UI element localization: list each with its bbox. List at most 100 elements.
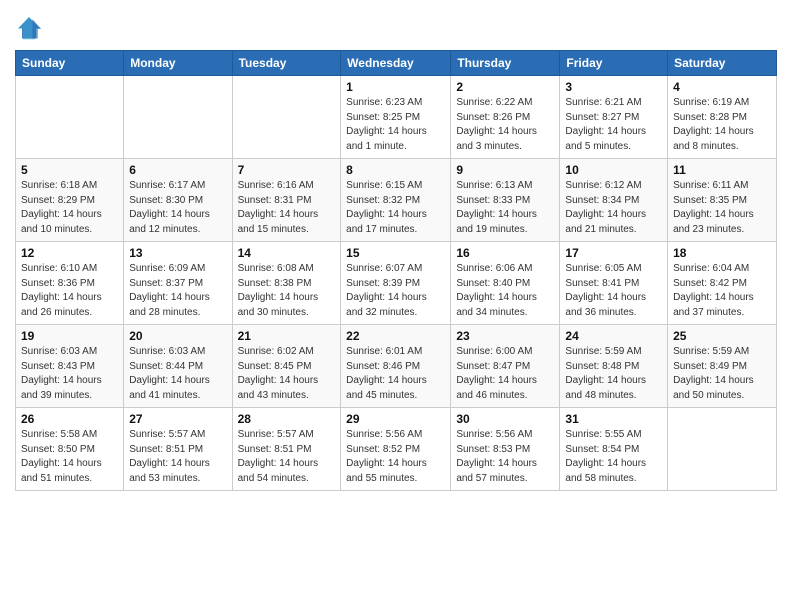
day-info: Sunrise: 6:23 AM Sunset: 8:25 PM Dayligh… (346, 96, 445, 154)
day-number: 16 (456, 246, 554, 260)
calendar-cell: 7 Sunrise: 6:16 AM Sunset: 8:31 PM Daylig… (232, 159, 341, 242)
day-info: Sunrise: 6:21 AM Sunset: 8:27 PM Dayligh… (565, 96, 662, 154)
calendar-cell: 19Sunrise: 6:03 AM Sunset: 8:43 PM Dayli… (16, 325, 124, 408)
calendar-cell: 14 Sunrise: 6:08 AM Sunset: 8:38 PM Dayli… (232, 242, 341, 325)
calendar-cell: 16 Sunrise: 6:06 AM Sunset: 8:40 PM Dayli… (451, 242, 560, 325)
calendar-cell: 25Sunrise: 5:59 AM Sunset: 8:49 PM Dayli… (668, 325, 777, 408)
day-number: 27 (129, 412, 226, 426)
day-number: 14 (238, 246, 336, 260)
day-number: 9 (456, 163, 554, 177)
calendar-cell: 23Sunrise: 6:00 AM Sunset: 8:47 PM Dayli… (451, 325, 560, 408)
day-number: 3 (565, 80, 662, 94)
calendar-cell: 8 Sunrise: 6:15 AM Sunset: 8:32 PM Daylig… (341, 159, 451, 242)
day-info: Sunrise: 5:59 AM Sunset: 8:48 PM Dayligh… (565, 345, 662, 403)
day-info: Sunrise: 6:16 AM Sunset: 8:31 PM Dayligh… (238, 179, 336, 237)
day-info: Sunrise: 6:12 AM Sunset: 8:34 PM Dayligh… (565, 179, 662, 237)
day-number: 1 (346, 80, 445, 94)
week-row-2: 12Sunrise: 6:10 AM Sunset: 8:36 PM Dayli… (16, 242, 777, 325)
day-number: 19 (21, 329, 118, 343)
logo-icon (15, 14, 43, 42)
calendar-cell: 12Sunrise: 6:10 AM Sunset: 8:36 PM Dayli… (16, 242, 124, 325)
day-number: 26 (21, 412, 118, 426)
calendar-cell: 21 Sunrise: 6:02 AM Sunset: 8:45 PM Dayli… (232, 325, 341, 408)
day-info: Sunrise: 6:17 AM Sunset: 8:30 PM Dayligh… (129, 179, 226, 237)
day-info: Sunrise: 5:57 AM Sunset: 8:51 PM Dayligh… (129, 428, 226, 486)
calendar-table: SundayMondayTuesdayWednesdayThursdayFrid… (15, 50, 777, 491)
calendar-cell (668, 408, 777, 491)
header-day-monday: Monday (124, 51, 232, 76)
calendar-cell: 1 Sunrise: 6:23 AM Sunset: 8:25 PM Daylig… (341, 76, 451, 159)
day-number: 28 (238, 412, 336, 426)
day-number: 24 (565, 329, 662, 343)
calendar-header: SundayMondayTuesdayWednesdayThursdayFrid… (16, 51, 777, 76)
calendar-cell (124, 76, 232, 159)
header (15, 10, 777, 42)
calendar-cell: 30 Sunrise: 5:56 AM Sunset: 8:53 PM Dayli… (451, 408, 560, 491)
calendar-cell: 15 Sunrise: 6:07 AM Sunset: 8:39 PM Dayli… (341, 242, 451, 325)
day-info: Sunrise: 5:58 AM Sunset: 8:50 PM Dayligh… (21, 428, 118, 486)
day-info: Sunrise: 6:10 AM Sunset: 8:36 PM Dayligh… (21, 262, 118, 320)
header-day-thursday: Thursday (451, 51, 560, 76)
week-row-3: 19Sunrise: 6:03 AM Sunset: 8:43 PM Dayli… (16, 325, 777, 408)
calendar-cell (232, 76, 341, 159)
calendar-cell: 9 Sunrise: 6:13 AM Sunset: 8:33 PM Daylig… (451, 159, 560, 242)
day-number: 5 (21, 163, 118, 177)
day-info: Sunrise: 5:57 AM Sunset: 8:51 PM Dayligh… (238, 428, 336, 486)
day-number: 29 (346, 412, 445, 426)
day-number: 6 (129, 163, 226, 177)
day-info: Sunrise: 5:59 AM Sunset: 8:49 PM Dayligh… (673, 345, 771, 403)
day-info: Sunrise: 6:08 AM Sunset: 8:38 PM Dayligh… (238, 262, 336, 320)
day-number: 31 (565, 412, 662, 426)
day-info: Sunrise: 6:11 AM Sunset: 8:35 PM Dayligh… (673, 179, 771, 237)
week-row-0: 1 Sunrise: 6:23 AM Sunset: 8:25 PM Daylig… (16, 76, 777, 159)
day-info: Sunrise: 6:22 AM Sunset: 8:26 PM Dayligh… (456, 96, 554, 154)
calendar-cell: 2 Sunrise: 6:22 AM Sunset: 8:26 PM Daylig… (451, 76, 560, 159)
day-info: Sunrise: 6:06 AM Sunset: 8:40 PM Dayligh… (456, 262, 554, 320)
header-day-saturday: Saturday (668, 51, 777, 76)
week-row-4: 26 Sunrise: 5:58 AM Sunset: 8:50 PM Dayli… (16, 408, 777, 491)
day-number: 23 (456, 329, 554, 343)
day-number: 2 (456, 80, 554, 94)
day-number: 8 (346, 163, 445, 177)
day-info: Sunrise: 6:13 AM Sunset: 8:33 PM Dayligh… (456, 179, 554, 237)
day-number: 18 (673, 246, 771, 260)
calendar-cell: 18 Sunrise: 6:04 AM Sunset: 8:42 PM Dayli… (668, 242, 777, 325)
header-day-tuesday: Tuesday (232, 51, 341, 76)
day-info: Sunrise: 5:56 AM Sunset: 8:53 PM Dayligh… (456, 428, 554, 486)
calendar-body: 1 Sunrise: 6:23 AM Sunset: 8:25 PM Daylig… (16, 76, 777, 491)
day-number: 7 (238, 163, 336, 177)
calendar-cell: 10Sunrise: 6:12 AM Sunset: 8:34 PM Dayli… (560, 159, 668, 242)
calendar-cell (16, 76, 124, 159)
calendar-cell: 20Sunrise: 6:03 AM Sunset: 8:44 PM Dayli… (124, 325, 232, 408)
day-info: Sunrise: 6:04 AM Sunset: 8:42 PM Dayligh… (673, 262, 771, 320)
day-number: 11 (673, 163, 771, 177)
day-info: Sunrise: 6:05 AM Sunset: 8:41 PM Dayligh… (565, 262, 662, 320)
week-row-1: 5 Sunrise: 6:18 AM Sunset: 8:29 PM Daylig… (16, 159, 777, 242)
day-info: Sunrise: 6:01 AM Sunset: 8:46 PM Dayligh… (346, 345, 445, 403)
day-info: Sunrise: 6:02 AM Sunset: 8:45 PM Dayligh… (238, 345, 336, 403)
day-info: Sunrise: 6:03 AM Sunset: 8:44 PM Dayligh… (129, 345, 226, 403)
logo (15, 14, 47, 42)
day-info: Sunrise: 6:15 AM Sunset: 8:32 PM Dayligh… (346, 179, 445, 237)
day-number: 15 (346, 246, 445, 260)
calendar-cell: 4Sunrise: 6:19 AM Sunset: 8:28 PM Daylig… (668, 76, 777, 159)
calendar-cell: 24 Sunrise: 5:59 AM Sunset: 8:48 PM Dayli… (560, 325, 668, 408)
day-number: 21 (238, 329, 336, 343)
calendar-cell: 13 Sunrise: 6:09 AM Sunset: 8:37 PM Dayli… (124, 242, 232, 325)
day-number: 13 (129, 246, 226, 260)
calendar-cell: 26 Sunrise: 5:58 AM Sunset: 8:50 PM Dayli… (16, 408, 124, 491)
header-row: SundayMondayTuesdayWednesdayThursdayFrid… (16, 51, 777, 76)
day-info: Sunrise: 6:19 AM Sunset: 8:28 PM Dayligh… (673, 96, 771, 154)
calendar-cell: 3 Sunrise: 6:21 AM Sunset: 8:27 PM Daylig… (560, 76, 668, 159)
header-day-friday: Friday (560, 51, 668, 76)
calendar-cell: 31Sunrise: 5:55 AM Sunset: 8:54 PM Dayli… (560, 408, 668, 491)
calendar-cell: 17Sunrise: 6:05 AM Sunset: 8:41 PM Dayli… (560, 242, 668, 325)
day-info: Sunrise: 6:07 AM Sunset: 8:39 PM Dayligh… (346, 262, 445, 320)
calendar-cell: 27 Sunrise: 5:57 AM Sunset: 8:51 PM Dayli… (124, 408, 232, 491)
header-day-wednesday: Wednesday (341, 51, 451, 76)
day-number: 22 (346, 329, 445, 343)
day-info: Sunrise: 5:56 AM Sunset: 8:52 PM Dayligh… (346, 428, 445, 486)
day-info: Sunrise: 6:18 AM Sunset: 8:29 PM Dayligh… (21, 179, 118, 237)
day-info: Sunrise: 6:09 AM Sunset: 8:37 PM Dayligh… (129, 262, 226, 320)
day-number: 30 (456, 412, 554, 426)
